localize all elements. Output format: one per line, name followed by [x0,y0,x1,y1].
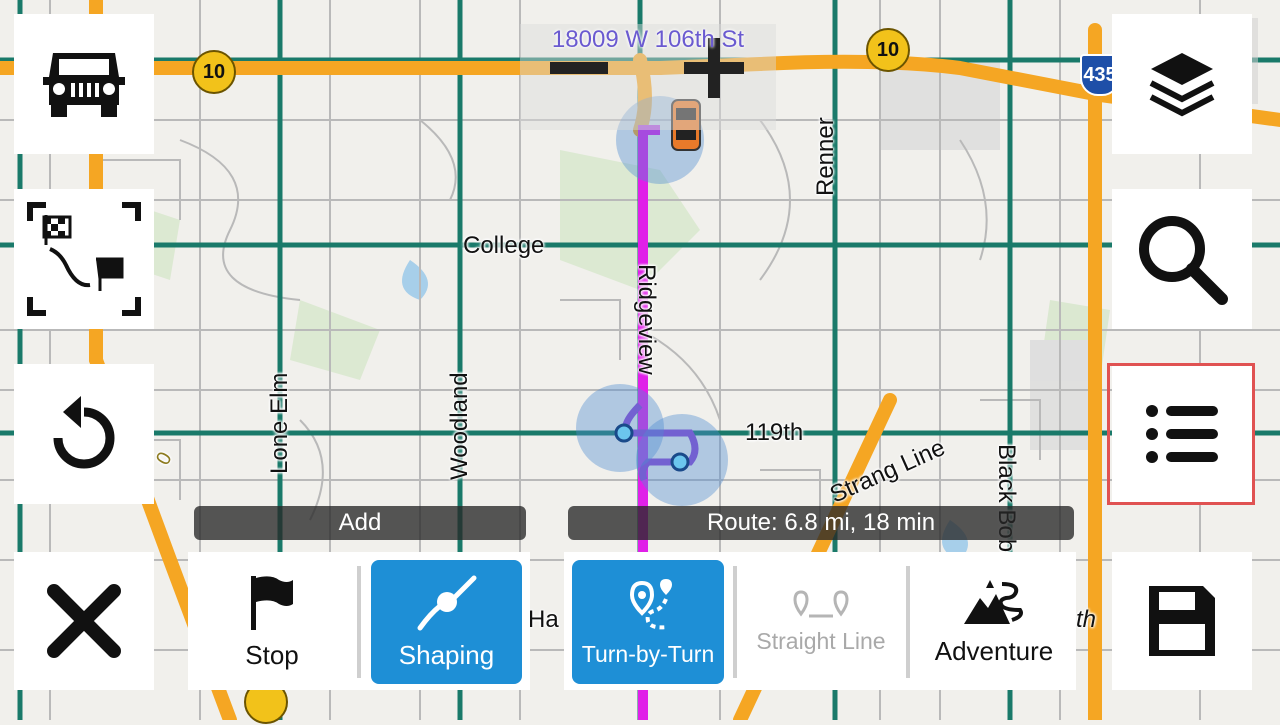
adventure-label: Adventure [934,635,1054,666]
route-type-panel: Turn-by-Turn Straight Line Adventure [564,552,1076,690]
divider [357,566,361,678]
shaping-button[interactable]: Shaping [371,560,522,684]
current-address: 18009 W 106th St [551,26,745,53]
road-label-renner: Renner [812,117,839,196]
layers-icon [1149,53,1215,117]
straight-line-button[interactable]: Straight Line [741,560,901,684]
route-summary-label: Route: 6.8 mi, 18 min [568,506,1074,540]
shaping-point-icon [417,575,476,630]
turn-by-turn-button[interactable]: Turn-by-Turn [572,560,724,684]
rotate-left-icon [53,396,115,469]
add-panel: Stop Shaping [188,552,530,690]
reverse-route-button[interactable] [14,364,154,504]
road-label-th-partial: th [1076,606,1097,633]
vehicle-profile-button[interactable] [14,14,154,154]
stop-button[interactable]: Stop [196,560,348,684]
road-label-woodland: Woodland [446,372,473,480]
fit-route-button[interactable] [14,189,154,329]
road-label-ridgeview: Ridgeview [633,264,660,375]
jeep-icon [43,53,125,117]
highway-shield-k10-left: 10 [192,50,236,94]
adventure-mountain-icon [964,579,1023,624]
map-layers-button[interactable] [1112,14,1252,154]
road-label-lone-elm: Lone Elm [266,372,293,474]
road-label-college: College [463,232,545,259]
selection-highlight [1107,363,1255,505]
turn-by-turn-label: Turn-by-Turn [581,640,715,667]
divider [733,566,737,678]
shaping-label: Shaping [398,639,495,670]
divider [906,566,910,678]
straight-line-icon [793,589,849,617]
road-label-ha-partial: Ha [528,606,559,633]
save-icon [1149,586,1215,656]
adventure-button[interactable]: Adventure [916,560,1072,684]
stop-label: Stop [245,639,299,670]
add-section-label: Add [194,506,526,540]
search-button[interactable] [1112,189,1252,329]
close-button[interactable] [14,552,154,690]
road-label-119th: 119th [745,419,804,446]
straight-line-label: Straight Line [756,627,886,654]
turn-by-turn-icon [629,578,672,629]
save-button[interactable] [1112,552,1252,690]
flag-icon [251,575,293,630]
search-icon [1139,216,1228,305]
route-overview-icon [27,202,141,316]
close-icon [47,584,121,658]
highway-shield-k10-right: 10 [866,28,910,72]
